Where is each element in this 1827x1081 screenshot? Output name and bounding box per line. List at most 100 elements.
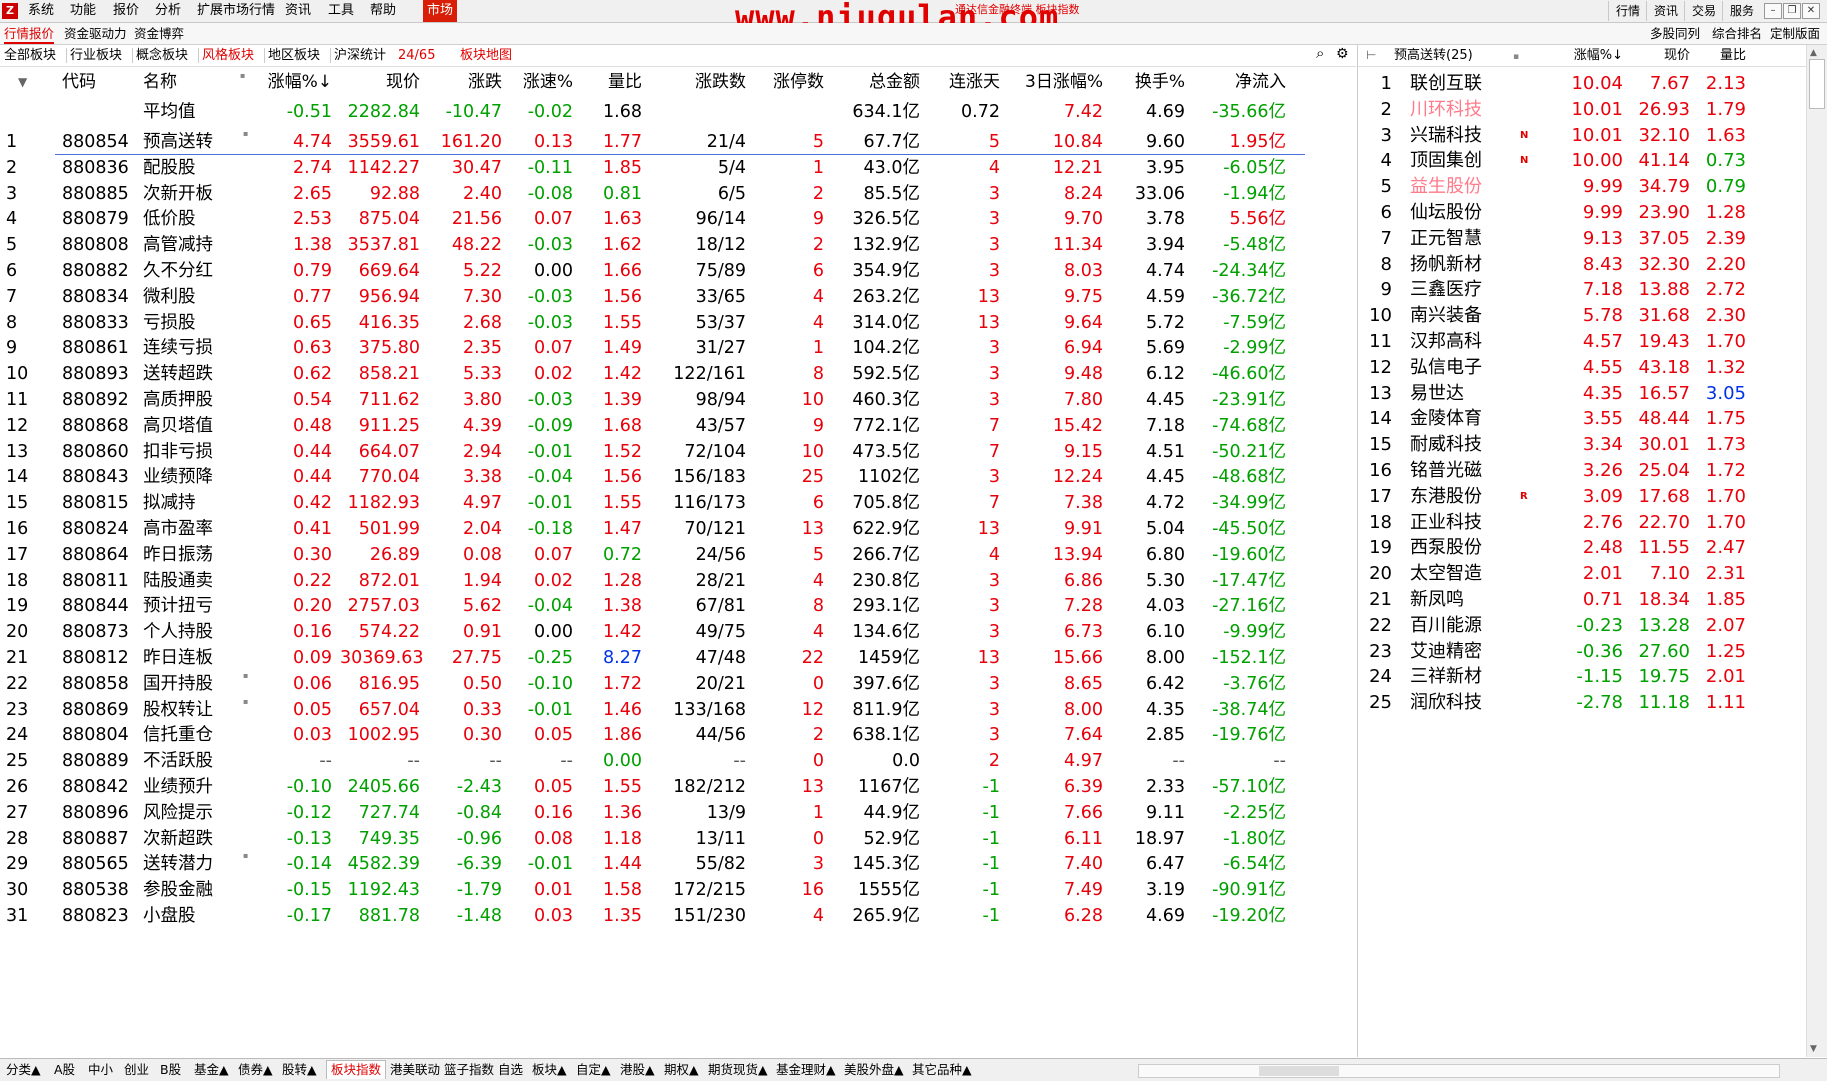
bottom-tab[interactable]: 其它品种▲ [912, 1061, 972, 1079]
row-3day: 6.28 [1064, 906, 1103, 926]
bottom-tab-bar: 分类▲ A股 中小 创业 B股 基金▲ 债券▲ 股转▲ 板块指数 港美联动 篮子指数 自选 板块▲ 自定▲… [0, 1058, 1827, 1081]
sector-map-link[interactable]: 板块地图 [460, 47, 512, 64]
bottom-tab[interactable]: 创业 [124, 1061, 149, 1079]
average-chg: -10.47 [445, 102, 502, 122]
service-button[interactable]: 服务 [1722, 1, 1761, 21]
menu-news[interactable]: 资讯 [285, 3, 311, 19]
tab-concept[interactable]: 概念板块 [136, 47, 188, 64]
col-limit-up[interactable]: 涨停数 [752, 67, 824, 97]
vertical-scrollbar[interactable]: ▲ ▼ [1806, 45, 1827, 1057]
row-limit-up: 4 [812, 906, 824, 926]
restore-icon[interactable]: ❐ [1783, 3, 1801, 19]
close-icon[interactable]: ✕ [1802, 3, 1820, 19]
col-net-inflow[interactable]: 净流入 [1190, 67, 1286, 97]
bottom-tab[interactable]: 中小 [88, 1061, 113, 1079]
rcol-change-pct[interactable]: 涨幅%↓ [1553, 47, 1623, 64]
tab-region[interactable]: 地区板块 [268, 47, 320, 64]
table-row[interactable]: 31 880823 小盘股 -0.17 881.78 -1.48 0.03 1.35 151/2… [0, 901, 1356, 931]
col-change[interactable]: 涨跌 [420, 67, 502, 97]
menu-help[interactable]: 帮助 [370, 3, 396, 19]
menu-analysis[interactable]: 分析 [155, 3, 181, 19]
scroll-thumb[interactable] [1809, 59, 1825, 109]
col-name[interactable]: 名称 [143, 67, 177, 97]
row-amount: 265.9亿 [852, 906, 920, 926]
marker-icon: ▪ [243, 129, 249, 138]
col-speed[interactable]: 涨速% [505, 67, 573, 97]
tab-capital-drive[interactable]: 资金驱动力 [64, 25, 127, 42]
bottom-tab[interactable]: 板块▲ [532, 1061, 567, 1079]
constituent-row[interactable]: 25 润欣科技 -2.78 11.18 1.11 [1358, 688, 1806, 718]
sort-menu-icon[interactable]: ▼ [18, 67, 27, 97]
rcol-price[interactable]: 现价 [1638, 47, 1690, 64]
tab-style[interactable]: 风格板块 [202, 47, 254, 64]
horizontal-scrollbar[interactable] [1138, 1064, 1780, 1078]
bottom-tab[interactable]: 自选 [498, 1061, 523, 1079]
menu-extended-market[interactable]: 扩展市场行情 [197, 3, 275, 19]
rrow-price: 11.18 [1638, 692, 1690, 714]
bottom-tab[interactable]: 港股▲ [620, 1061, 655, 1079]
row-turnover: 4.69 [1146, 906, 1185, 926]
bottom-tab[interactable]: 篮子指数 [444, 1061, 494, 1079]
average-limit [752, 97, 824, 127]
marker-icon: ▪ [243, 696, 249, 706]
tab-market-stats[interactable]: 沪深统计 [334, 47, 386, 64]
col-price[interactable]: 现价 [340, 67, 420, 97]
sector-table: ▼ 代码 名称 ▪ 涨幅%↓ 现价 涨跌 涨速% 量比 涨跌数 涨停数 总金额 … [0, 67, 1356, 1057]
row-net-inflow: -19.20亿 [1212, 906, 1286, 926]
bottom-tab[interactable]: 债券▲ [238, 1061, 273, 1079]
news-button[interactable]: 资讯 [1646, 1, 1685, 21]
bottom-tab[interactable]: 自定▲ [576, 1061, 611, 1079]
col-consecutive-days[interactable]: 连涨天 [930, 67, 1000, 97]
col-volume-ratio[interactable]: 量比 [580, 67, 642, 97]
col-up-down[interactable]: 涨跌数 [660, 67, 746, 97]
bottom-tab[interactable]: 美股外盘▲ [844, 1061, 904, 1079]
bottom-tab[interactable]: 基金▲ [194, 1061, 229, 1079]
hscroll-thumb[interactable] [1259, 1066, 1339, 1076]
pin-icon[interactable]: ⊢ [1366, 47, 1376, 64]
row-change-pct: -0.17 [286, 906, 332, 926]
row-price: 881.78 [358, 906, 420, 926]
tab-quote-list[interactable]: 行情报价 [4, 25, 55, 44]
bottom-tab[interactable]: 板块指数 [326, 1060, 387, 1079]
scroll-up-icon[interactable]: ▲ [1810, 48, 1817, 58]
menu-system[interactable]: 系统 [28, 3, 54, 19]
sub-toolbar: 行情报价 资金驱动力 资金博弈 多股同列 综合排名 定制版面 [0, 23, 1827, 45]
custom-layout-button[interactable]: 定制版面 [1770, 25, 1820, 42]
col-code[interactable]: 代码 [62, 67, 96, 97]
bottom-tab[interactable]: 期权▲ [664, 1061, 699, 1079]
average-row: 平均值 -0.51 2282.84 -10.47 -0.02 1.68 634.1亿 0.72… [0, 97, 1356, 127]
rcol-volume-ratio[interactable]: 量比 [1698, 47, 1746, 64]
bottom-tab[interactable]: 基金理财▲ [776, 1061, 836, 1079]
menu-tools[interactable]: 工具 [328, 3, 354, 19]
bottom-tab[interactable]: 分类▲ [6, 1061, 41, 1079]
constituent-panel: ⊢ 预高送转(25) ▪ 涨幅%↓ 现价 量比 1 联创互联 10.04 7.67 2.… [1357, 45, 1806, 1057]
trade-button[interactable]: 交易 [1684, 1, 1723, 21]
bottom-tab[interactable]: B股 [160, 1061, 181, 1079]
col-3day-change[interactable]: 3日涨幅% [1005, 67, 1103, 97]
ranking-button[interactable]: 综合排名 [1712, 25, 1762, 42]
menu-quote[interactable]: 报价 [113, 3, 139, 19]
minimize-icon[interactable]: – [1764, 3, 1782, 19]
menu-function[interactable]: 功能 [70, 3, 96, 19]
bottom-tab[interactable]: A股 [54, 1061, 75, 1079]
quote-button[interactable]: 行情 [1608, 1, 1647, 21]
rrow-flag [1520, 688, 1534, 718]
multi-stock-button[interactable]: 多股同列 [1650, 25, 1700, 42]
row-speed: 0.03 [534, 906, 573, 926]
col-change-pct[interactable]: 涨幅%↓ [250, 67, 332, 97]
tab-all-sectors[interactable]: 全部板块 [4, 47, 56, 64]
average-updown [660, 97, 746, 127]
col-amount[interactable]: 总金额 [826, 67, 920, 97]
bottom-tab[interactable]: 港美联动 [390, 1061, 440, 1079]
col-divider-icon: ▪ [1513, 52, 1520, 62]
market-tab[interactable]: 市场 [423, 0, 457, 22]
search-icon[interactable]: ⌕ [1316, 45, 1324, 62]
scroll-down-icon[interactable]: ▼ [1810, 1044, 1817, 1054]
bottom-tab[interactable]: 期货现货▲ [708, 1061, 768, 1079]
tab-capital-game[interactable]: 资金博弈 [134, 25, 184, 42]
bottom-tab[interactable]: 股转▲ [282, 1061, 317, 1079]
col-turnover[interactable]: 换手% [1110, 67, 1185, 97]
gear-icon[interactable]: ⚙ [1336, 46, 1349, 63]
tab-industry[interactable]: 行业板块 [70, 47, 122, 64]
average-pct: -0.51 [286, 102, 332, 122]
